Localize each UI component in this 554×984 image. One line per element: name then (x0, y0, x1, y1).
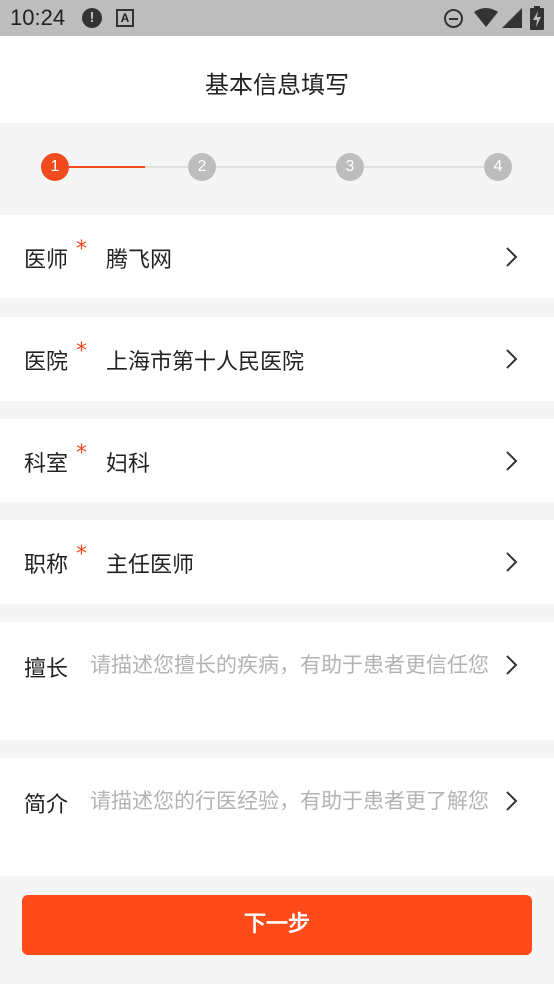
specialty-label: 擅长 (24, 657, 69, 682)
chevron-right-icon (506, 791, 518, 811)
doctor-label: 医师 (24, 248, 69, 273)
next-step-button[interactable]: 下一步 (22, 895, 532, 955)
chevron-right-icon (506, 349, 518, 369)
doctor-value: 腾飞网 (106, 248, 173, 273)
introduction-row[interactable]: 简介 请描述您的行医经验，有助于患者更了解您 (0, 758, 554, 876)
introduction-placeholder: 请描述您的行医经验，有助于患者更了解您 (90, 789, 489, 813)
required-mark: * (76, 441, 87, 466)
battery-charging-icon (530, 6, 544, 30)
title-bar: 基本信息填写 (0, 36, 554, 123)
page-title: 基本信息填写 (205, 71, 349, 99)
hospital-value: 上海市第十人民医院 (106, 350, 305, 375)
title-row[interactable]: 职称 * 主任医师 (0, 520, 554, 604)
hospital-row[interactable]: 医院 * 上海市第十人民医院 (0, 317, 554, 401)
department-label: 科室 (24, 452, 69, 477)
required-mark: * (76, 339, 87, 364)
wifi-icon (474, 8, 498, 27)
hospital-label: 医院 (24, 350, 69, 375)
chevron-right-icon (506, 247, 518, 267)
step-connector-2 (216, 166, 336, 168)
do-not-disturb-icon (444, 9, 463, 28)
alert-icon: ! (82, 8, 102, 28)
step-4: 4 (484, 153, 512, 181)
specialty-row[interactable]: 擅长 请描述您擅长的疾病，有助于患者更信任您 (0, 622, 554, 740)
introduction-label: 简介 (24, 793, 69, 818)
job-title-label: 职称 (24, 553, 69, 578)
step-2: 2 (188, 153, 216, 181)
required-mark: * (76, 237, 87, 262)
step-3: 3 (336, 153, 364, 181)
step-1: 1 (41, 153, 69, 181)
signal-icon (502, 8, 522, 28)
department-value: 妇科 (106, 452, 151, 477)
specialty-placeholder: 请描述您擅长的疾病，有助于患者更信任您 (90, 653, 489, 677)
chevron-right-icon (506, 655, 518, 675)
status-time: 10:24 (10, 5, 66, 30)
step-connector-3 (364, 166, 484, 168)
job-title-value: 主任医师 (106, 553, 195, 578)
chevron-right-icon (506, 552, 518, 572)
step-connector-1-rest (145, 166, 188, 168)
department-row[interactable]: 科室 * 妇科 (0, 419, 554, 502)
step-connector-1 (69, 166, 145, 168)
chevron-right-icon (506, 451, 518, 471)
status-bar: 10:24 ! A (0, 0, 554, 36)
required-mark: * (76, 542, 87, 567)
doctor-row[interactable]: 医师 * 腾飞网 (0, 215, 554, 298)
a-icon: A (116, 9, 134, 27)
progress-stepper: 1 2 3 4 (0, 123, 554, 213)
